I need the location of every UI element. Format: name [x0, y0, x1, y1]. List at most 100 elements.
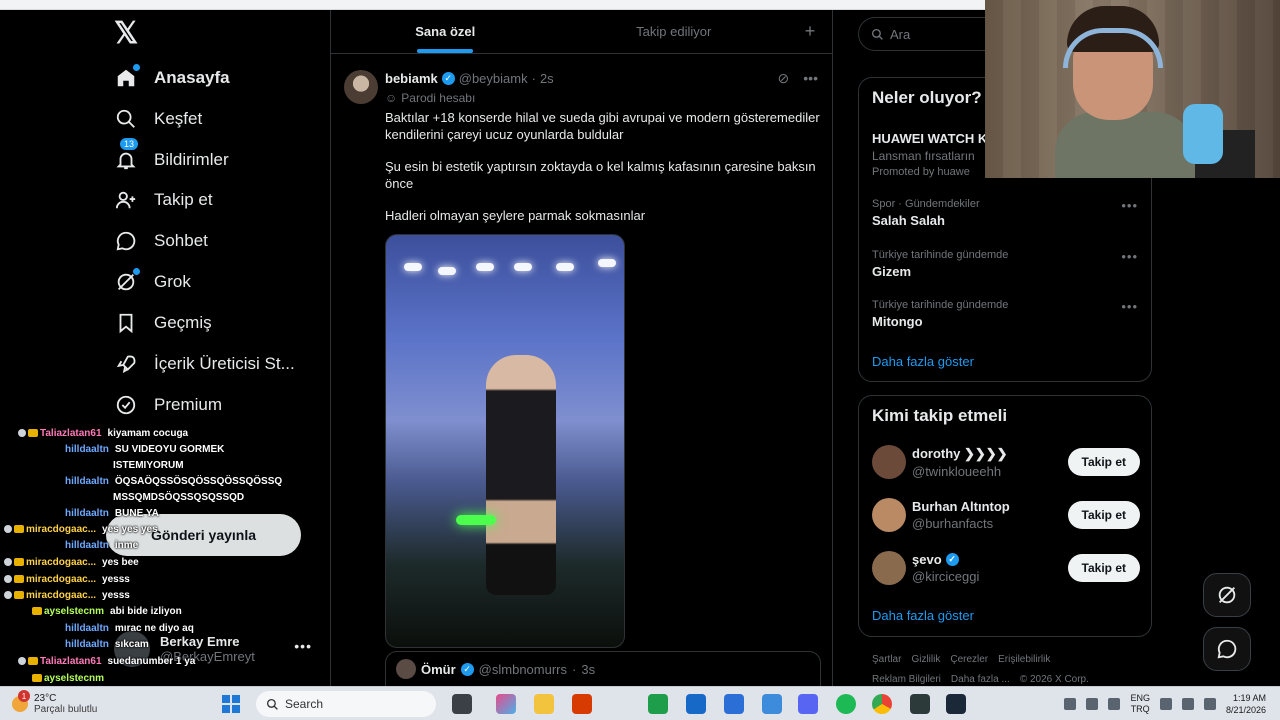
- quote-time: 3s: [581, 661, 596, 677]
- tweet-paragraph: Hadleri olmayan şeylere parmak sokmasınl…: [385, 208, 646, 223]
- tweet-time[interactable]: 2s: [540, 71, 554, 86]
- nav-creator-studio[interactable]: İçerik Üreticisi St...: [114, 346, 295, 382]
- trend-item[interactable]: Türkiye tarihinde gündemde Mitongo •••: [872, 299, 1138, 329]
- nav-bookmarks[interactable]: Geçmiş: [114, 305, 212, 341]
- nav-premium[interactable]: Premium: [114, 387, 222, 423]
- quoted-tweet[interactable]: Ömür ✓ @slmbnomurrs · 3s: [385, 651, 821, 687]
- tweet-avatar[interactable]: [344, 70, 378, 104]
- chevron-up-icon[interactable]: [1064, 698, 1077, 710]
- cloud-icon[interactable]: [1086, 698, 1099, 710]
- search-icon: [266, 698, 278, 710]
- grok-icon: [114, 268, 140, 294]
- tab-following[interactable]: Takip ediliyor: [560, 10, 789, 53]
- tweet-author-handle[interactable]: @beybiamk: [459, 71, 528, 86]
- start-icon[interactable]: [222, 695, 240, 713]
- trend-context: Türkiye tarihinde gündemde: [872, 249, 1009, 261]
- discord-icon[interactable]: [798, 694, 818, 714]
- copilot-icon[interactable]: [496, 694, 516, 714]
- trend-item[interactable]: Türkiye tarihinde gündemde Gizem •••: [872, 249, 1138, 279]
- follow-suggestion[interactable]: dorothy ❯❯❯❯ @twinkloueehh Takip et: [872, 442, 1140, 482]
- footer-link[interactable]: Çerezler: [950, 654, 988, 665]
- webcam-overlay: [985, 0, 1280, 178]
- battery-icon[interactable]: [1203, 698, 1216, 710]
- trend-title: Mitongo: [872, 314, 923, 329]
- wifi-icon[interactable]: [1159, 698, 1172, 710]
- nav-notifications[interactable]: 13 Bildirimler: [114, 138, 229, 178]
- footer-link[interactable]: Erişilebilirlik: [998, 654, 1050, 665]
- nav-follow-label: Takip et: [154, 190, 213, 209]
- chat-icon: [1217, 639, 1237, 659]
- follow-suggestion[interactable]: şevo ✓ @kircicеggi Takip et: [872, 548, 1140, 588]
- who-show-more-link[interactable]: Daha fazla göster: [872, 608, 974, 623]
- more-icon[interactable]: •••: [1121, 249, 1138, 264]
- tweet-video[interactable]: [385, 234, 625, 648]
- nav-chat-label: Sohbet: [154, 231, 208, 250]
- nav-grok[interactable]: Grok: [114, 264, 191, 300]
- chat-line: Taliazlatan61 suedanumber 1 ya: [18, 654, 195, 668]
- file-explorer-icon[interactable]: [534, 694, 554, 714]
- footer-links: Şartlar Gizlilik Çerezler Erişilebilirli…: [872, 654, 1050, 665]
- quote-author-handle: @slmbnomurrs: [478, 661, 567, 677]
- nav-explore[interactable]: Keşfet: [114, 101, 202, 137]
- windows-taskbar: 1 23°C Parçalı bulutlu Search ENG TRQ 1:…: [0, 686, 1280, 720]
- stream-chat-overlay: Taliazlatan61 kiyamam cocuga hilldaaltn SU…: [0, 424, 330, 686]
- bookmark-icon: [114, 311, 138, 335]
- nav-explore-label: Keşfet: [154, 109, 203, 128]
- trend-title: Salah Salah: [872, 213, 945, 228]
- office-icon[interactable]: [572, 694, 592, 714]
- steam-icon[interactable]: [946, 694, 966, 714]
- footer-link[interactable]: Daha fazla ...: [951, 674, 1010, 685]
- chat-line: ISTEMIYORUM: [113, 459, 184, 471]
- system-tray: ENG TRQ 1:19 AM 8/21/2026: [1064, 687, 1280, 720]
- chat-line: miracdogaac... yesss: [4, 572, 130, 586]
- suggestion-handle: @twinkloueehh: [912, 463, 1002, 479]
- follow-suggestion[interactable]: Burhan Altıntop @burhanfacts Takip et: [872, 495, 1140, 535]
- chrome-icon[interactable]: [872, 694, 892, 714]
- tweet-paragraph: Baktılar +18 konserde hilal ve sueda gib…: [385, 110, 820, 142]
- taskbar-search[interactable]: Search: [256, 691, 436, 717]
- mic-icon[interactable]: [1108, 698, 1121, 710]
- more-icon[interactable]: •••: [803, 70, 818, 87]
- trend-item[interactable]: Spor · Gündemdekiler Salah Salah •••: [872, 198, 1138, 228]
- suggestion-name: dorothy ❯❯❯❯: [912, 445, 1008, 461]
- app-icon[interactable]: [762, 694, 782, 714]
- grok-icon[interactable]: ⊘: [778, 70, 790, 87]
- language-indicator[interactable]: ENG TRQ: [1130, 693, 1150, 715]
- x-logo-icon[interactable]: 𝕏: [114, 19, 142, 49]
- follow-button[interactable]: Takip et: [1067, 554, 1140, 582]
- volume-icon[interactable]: [1181, 698, 1194, 710]
- more-icon[interactable]: •••: [1121, 299, 1138, 314]
- task-view-icon[interactable]: [452, 694, 472, 714]
- nav-chat[interactable]: Sohbet: [114, 223, 208, 259]
- stage-light: [438, 267, 456, 275]
- grok-floating-button[interactable]: [1203, 573, 1251, 617]
- trend-context: Spor · Gündemdekiler: [872, 198, 980, 210]
- chat-line: MSSQMDSÖQSSQSQSSQD: [113, 491, 245, 503]
- messages-floating-button[interactable]: [1203, 627, 1251, 671]
- nav-follow[interactable]: Takip et: [114, 182, 213, 218]
- verified-badge-icon: ✓: [460, 662, 474, 676]
- nav-home[interactable]: Anasayfa: [114, 60, 230, 96]
- notification-badge: 13: [120, 138, 139, 150]
- footer-link[interactable]: Şartlar: [872, 654, 901, 665]
- chat-line: Taliazlatan61 kiyamam cocuga: [18, 426, 188, 440]
- spotify-icon[interactable]: [836, 694, 856, 714]
- excel-icon[interactable]: [648, 694, 668, 714]
- tab-for-you[interactable]: Sana özel: [331, 10, 560, 53]
- add-tab-icon[interactable]: +: [788, 10, 832, 53]
- footer-link[interactable]: Gizlilik: [911, 654, 940, 665]
- weather-widget[interactable]: 1 23°C Parçalı bulutlu: [12, 687, 97, 720]
- follow-button[interactable]: Takip et: [1067, 501, 1140, 529]
- trends-show-more-link[interactable]: Daha fazla göster: [872, 354, 974, 369]
- follow-button[interactable]: Takip et: [1067, 448, 1140, 476]
- footer-link[interactable]: Reklam Bilgileri: [872, 674, 941, 685]
- app-icon[interactable]: [724, 694, 744, 714]
- outlook-icon[interactable]: [686, 694, 706, 714]
- weather-desc: Parçalı bulutlu: [34, 704, 98, 715]
- tweet-author-name[interactable]: bebiamk: [385, 71, 438, 86]
- clock[interactable]: 1:19 AM 8/21/2026: [1226, 692, 1266, 716]
- app-icon[interactable]: [910, 694, 930, 714]
- who-to-follow-panel: Kimi takip etmeli dorothy ❯❯❯❯ @twinklou…: [858, 395, 1152, 637]
- more-icon[interactable]: •••: [1121, 198, 1138, 213]
- chat-line: miracdogaac... yes yes yes: [4, 522, 158, 536]
